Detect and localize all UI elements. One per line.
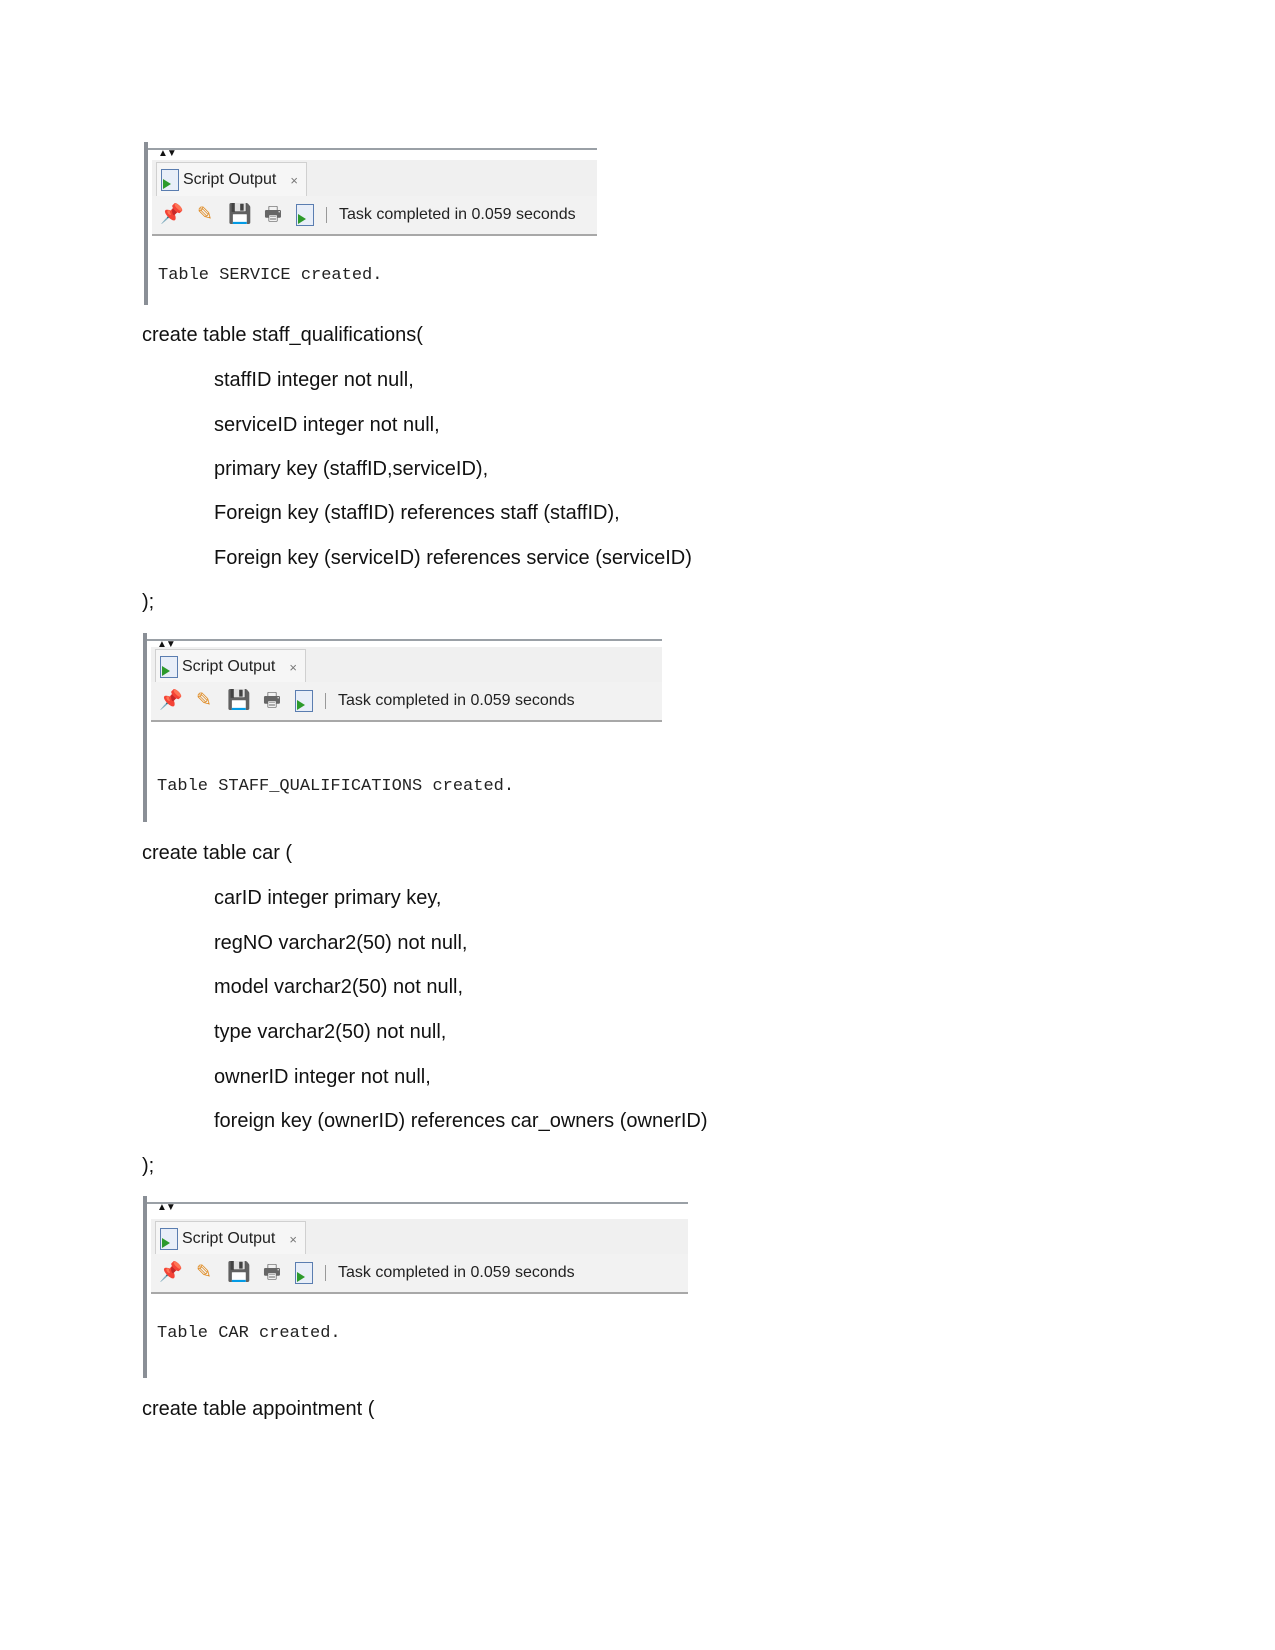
script-output-icon [160, 656, 178, 678]
tab-bar: Script Output × [151, 647, 662, 684]
run-script-icon[interactable] [295, 1262, 313, 1284]
divider [148, 148, 597, 150]
script-output-icon [161, 169, 179, 191]
sql-line: Foreign key (staffID) references staff (… [214, 502, 620, 524]
print-icon[interactable]: 🖶 [262, 204, 284, 226]
document-page: ▲▼ Script Output × 📌 ✎ 💾 🖶 Task completed i… [0, 0, 1275, 1650]
sql-line: create table appointment ( [142, 1398, 375, 1420]
sql-line: create table car ( [142, 842, 293, 864]
toolbar: 📌 ✎ 💾 🖶 Task completed in 0.059 seconds [152, 196, 597, 236]
output-text: Table STAFF_QUALIFICATIONS created. [157, 777, 515, 796]
tab-bar: Script Output × [152, 160, 597, 197]
sql-line: primary key (staffID,serviceID), [214, 458, 489, 480]
close-icon[interactable]: × [289, 660, 297, 675]
tab-label: Script Output [183, 171, 277, 188]
sql-line: model varchar2(50) not null, [214, 976, 464, 998]
collapse-arrows-icon[interactable]: ▲▼ [157, 1202, 176, 1214]
toolbar-separator [326, 207, 327, 223]
toolbar-separator [325, 1265, 326, 1281]
eraser-icon[interactable]: ✎ [193, 1262, 215, 1284]
tab-label: Script Output [182, 658, 276, 675]
close-icon[interactable]: × [289, 1232, 297, 1247]
status-text: Task completed in 0.059 seconds [338, 692, 575, 709]
sql-line: ); [142, 1155, 155, 1177]
toolbar: 📌 ✎ 💾 🖶 Task completed in 0.059 seconds [151, 1254, 688, 1294]
sql-line: staffID integer not null, [214, 369, 414, 391]
print-icon[interactable]: 🖶 [261, 690, 283, 712]
sql-line: ); [142, 591, 155, 613]
script-output-panel: ▲▼ Script Output × 📌 ✎ 💾 🖶 Task completed i… [143, 1196, 688, 1378]
toolbar-separator [325, 693, 326, 709]
divider [147, 639, 662, 641]
print-icon[interactable]: 🖶 [261, 1262, 283, 1284]
save-icon[interactable]: 💾 [227, 1262, 251, 1284]
save-icon[interactable]: 💾 [227, 690, 251, 712]
divider [147, 1202, 688, 1204]
save-icon[interactable]: 💾 [228, 204, 252, 226]
output-text: Table CAR created. [157, 1324, 341, 1343]
sql-line: serviceID integer not null, [214, 414, 440, 436]
script-output-icon [160, 1228, 178, 1250]
panel-border [144, 142, 148, 305]
eraser-icon[interactable]: ✎ [194, 204, 216, 226]
tab-bar: Script Output × [151, 1219, 688, 1256]
pin-icon[interactable]: 📌 [160, 204, 184, 226]
sql-line: create table staff_qualifications( [142, 324, 423, 346]
script-output-panel: ▲▼ Script Output × 📌 ✎ 💾 🖶 Task completed i… [143, 633, 662, 822]
tab-label: Script Output [182, 1230, 276, 1247]
toolbar: 📌 ✎ 💾 🖶 Task completed in 0.059 seconds [151, 682, 662, 722]
collapse-arrows-icon[interactable]: ▲▼ [158, 148, 177, 160]
sql-line: ownerID integer not null, [214, 1066, 431, 1088]
run-script-icon[interactable] [295, 690, 313, 712]
status-text: Task completed in 0.059 seconds [339, 206, 576, 223]
sql-line: Foreign key (serviceID) references servi… [214, 547, 692, 569]
close-icon[interactable]: × [290, 173, 298, 188]
pin-icon[interactable]: 📌 [159, 690, 183, 712]
eraser-icon[interactable]: ✎ [193, 690, 215, 712]
output-text: Table SERVICE created. [158, 266, 383, 285]
pin-icon[interactable]: 📌 [159, 1262, 183, 1284]
tab-script-output[interactable]: Script Output × [155, 649, 306, 684]
status-text: Task completed in 0.059 seconds [338, 1264, 575, 1281]
script-output-panel: ▲▼ Script Output × 📌 ✎ 💾 🖶 Task completed i… [144, 142, 597, 305]
sql-line: carID integer primary key, [214, 887, 442, 909]
tab-script-output[interactable]: Script Output × [155, 1221, 306, 1256]
panel-border [143, 1196, 147, 1378]
tab-script-output[interactable]: Script Output × [156, 162, 307, 197]
sql-line: type varchar2(50) not null, [214, 1021, 447, 1043]
sql-line: foreign key (ownerID) references car_own… [214, 1110, 708, 1132]
panel-border [143, 633, 147, 822]
run-script-icon[interactable] [296, 204, 314, 226]
sql-line: regNO varchar2(50) not null, [214, 932, 468, 954]
